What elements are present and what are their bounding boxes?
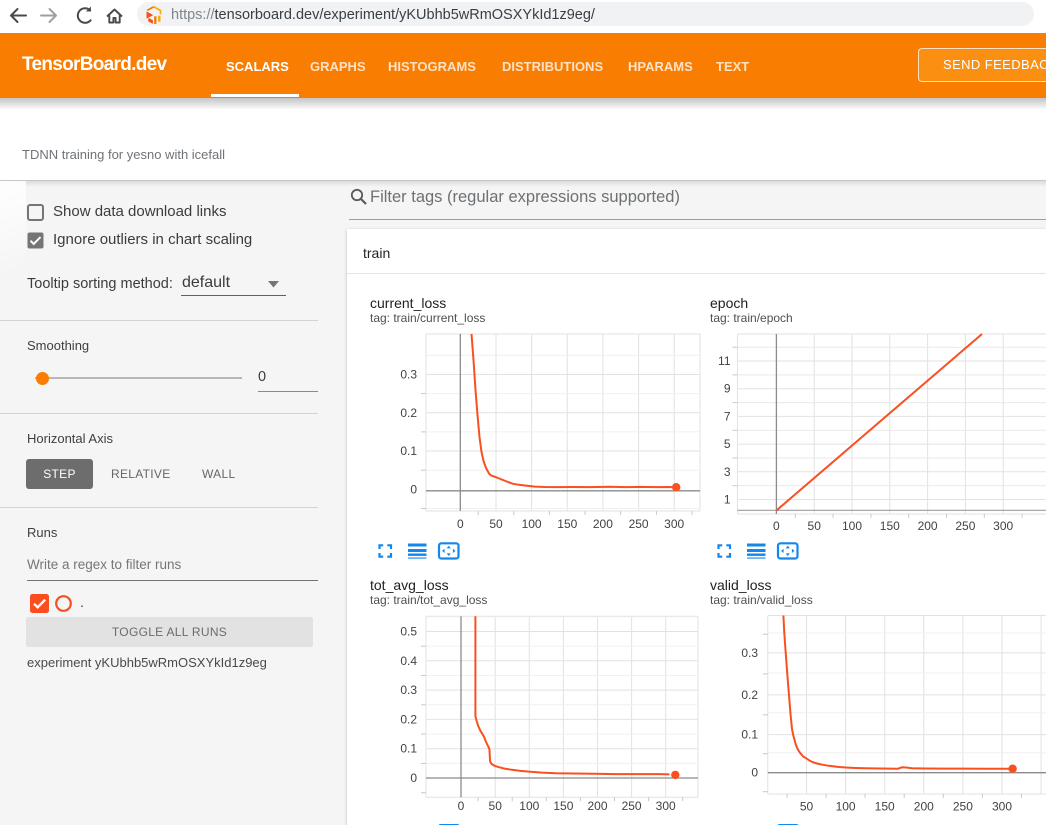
svg-text:300: 300: [656, 799, 676, 812]
svg-text:0.5: 0.5: [400, 625, 417, 639]
svg-text:50: 50: [489, 517, 503, 531]
svg-text:9: 9: [724, 382, 731, 396]
svg-text:150: 150: [875, 800, 895, 813]
svg-text:0.1: 0.1: [741, 728, 758, 742]
svg-text:200: 200: [914, 800, 934, 813]
svg-text:0.1: 0.1: [400, 444, 417, 458]
svg-text:100: 100: [836, 800, 856, 813]
svg-text:100: 100: [522, 517, 542, 531]
svg-text:200: 200: [587, 799, 607, 812]
svg-text:250: 250: [629, 517, 649, 531]
svg-text:0: 0: [458, 799, 465, 812]
svg-text:250: 250: [955, 519, 975, 533]
svg-text:300: 300: [993, 519, 1013, 533]
svg-text:0.2: 0.2: [400, 712, 417, 726]
svg-text:100: 100: [842, 519, 862, 533]
svg-text:0.3: 0.3: [741, 646, 758, 660]
svg-text:5: 5: [724, 437, 731, 451]
svg-text:50: 50: [800, 800, 814, 813]
svg-text:150: 150: [553, 799, 573, 812]
svg-text:200: 200: [593, 517, 613, 531]
svg-text:11: 11: [718, 354, 731, 368]
svg-text:0: 0: [410, 771, 417, 785]
svg-text:300: 300: [992, 800, 1012, 813]
svg-text:150: 150: [557, 517, 577, 531]
svg-text:0: 0: [773, 519, 780, 533]
svg-text:1: 1: [724, 493, 731, 507]
svg-text:100: 100: [519, 799, 539, 812]
svg-text:0.4: 0.4: [400, 654, 417, 668]
svg-text:50: 50: [808, 519, 822, 533]
svg-text:250: 250: [622, 799, 642, 812]
svg-text:0.3: 0.3: [400, 368, 417, 382]
svg-text:200: 200: [918, 519, 938, 533]
svg-text:50: 50: [489, 799, 503, 812]
svg-text:0.2: 0.2: [400, 406, 417, 420]
svg-text:0.1: 0.1: [400, 742, 417, 756]
svg-text:300: 300: [664, 517, 684, 531]
svg-text:0: 0: [410, 483, 417, 497]
svg-text:3: 3: [724, 465, 731, 479]
svg-text:0: 0: [751, 766, 758, 780]
svg-text:0: 0: [457, 517, 464, 531]
svg-text:250: 250: [953, 800, 973, 813]
svg-text:0.3: 0.3: [400, 683, 417, 697]
svg-text:7: 7: [724, 409, 731, 423]
svg-text:150: 150: [880, 519, 900, 533]
svg-text:0.2: 0.2: [741, 688, 758, 702]
